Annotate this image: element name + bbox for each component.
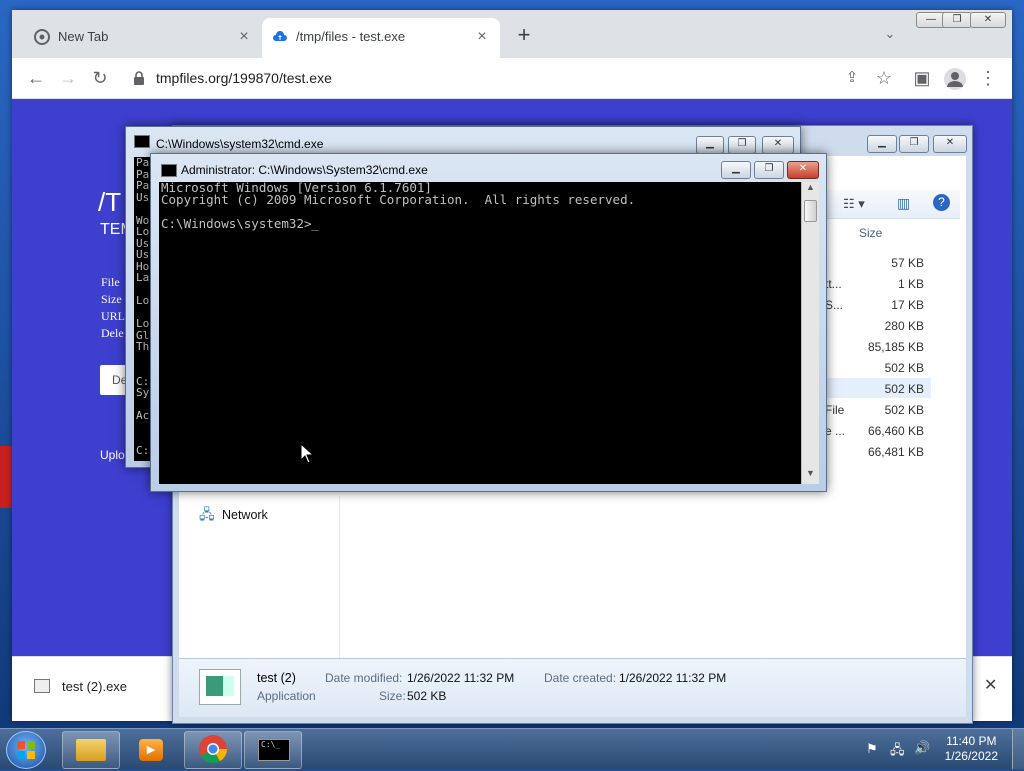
chrome-icon: [199, 735, 227, 763]
cmd-icon: [134, 135, 150, 148]
tab-tmpfiles[interactable]: /tmp/files - test.exe ×: [262, 18, 500, 58]
download-bar-close-icon[interactable]: ✕: [984, 675, 997, 695]
date-modified-label: Date modified:: [325, 671, 403, 685]
start-button[interactable]: [6, 731, 46, 769]
scroll-thumb[interactable]: [804, 200, 817, 222]
minimize-button[interactable]: ▁: [696, 136, 724, 154]
address-bar[interactable]: tmpfiles.org/199870/test.exe: [124, 63, 844, 93]
column-header-size[interactable]: Size: [859, 226, 882, 240]
nav-label: Network: [221, 508, 268, 522]
file-icon: [34, 679, 50, 693]
maximize-button[interactable]: ❐: [728, 136, 756, 154]
application-icon: [199, 669, 241, 705]
view-options-icon[interactable]: ☷ ▾: [843, 196, 865, 212]
mouse-cursor-icon: [300, 443, 314, 464]
upload-text: Uplo: [100, 448, 125, 462]
nav-pane-divider: [339, 496, 340, 658]
network-icon: 🖧: [199, 506, 215, 522]
size-label: Size:: [379, 689, 406, 703]
label-url: URL: [101, 309, 125, 323]
tab-new-tab[interactable]: New Tab ×: [24, 18, 262, 58]
size-value: 502 KB: [407, 689, 447, 703]
page-heading: /T: [98, 187, 122, 217]
taskbar-media-player-button[interactable]: ▶: [122, 731, 180, 769]
cloud-upload-icon: [273, 31, 287, 41]
tab-search-icon[interactable]: ⌄: [880, 26, 900, 46]
name-fragment: File: [825, 403, 845, 417]
date-created-value: 1/26/2022 11:32 PM: [619, 671, 727, 685]
side-panel-icon[interactable]: ▣: [910, 66, 934, 90]
nav-item-network[interactable]: 🖧 Network: [199, 504, 268, 528]
reload-icon[interactable]: ↻: [88, 66, 112, 90]
name-fragment: S...: [825, 298, 844, 312]
label-delete: Dele: [101, 326, 124, 340]
clock-date: 1/26/2022: [944, 749, 998, 763]
lock-icon: [134, 71, 144, 85]
maximize-button[interactable]: ❐: [754, 161, 784, 179]
profile-avatar[interactable]: [944, 68, 966, 90]
console-output: Microsoft Windows [Version 6.1.7601] Cop…: [159, 182, 805, 484]
new-tab-button[interactable]: +: [512, 24, 536, 48]
chrome-icon: [34, 29, 50, 45]
date-modified-value: 1/26/2022 11:32 PM: [407, 671, 515, 685]
windows-logo-icon: [17, 741, 35, 759]
name-fragment: e ...: [825, 424, 846, 438]
tab-close-icon[interactable]: ×: [472, 27, 492, 47]
forward-icon[interactable]: →: [56, 66, 80, 90]
window-title: Administrator: C:\Windows\System32\cmd.e…: [181, 163, 428, 177]
close-button[interactable]: ✕: [762, 136, 794, 154]
details-file-type: Application: [257, 689, 316, 703]
vertical-scrollbar[interactable]: ▲ ▼: [801, 182, 819, 484]
show-desktop-button[interactable]: [1012, 729, 1024, 769]
volume-icon[interactable]: 🔊: [914, 740, 930, 756]
url-text: tmpfiles.org/199870/test.exe: [156, 70, 332, 86]
taskbar-chrome-button[interactable]: [184, 731, 242, 769]
tab-strip: New Tab × /tmp/files - test.exe × + ⌄ — …: [12, 10, 1012, 58]
tab-close-icon[interactable]: ×: [234, 27, 254, 47]
scroll-down-icon[interactable]: ▼: [802, 468, 819, 484]
preview-pane-icon[interactable]: ▥: [897, 195, 910, 212]
clock[interactable]: 11:40 PM 1/26/2022: [945, 734, 998, 764]
close-button[interactable]: ✕: [933, 135, 967, 153]
scroll-up-icon[interactable]: ▲: [802, 182, 819, 198]
back-icon[interactable]: ←: [24, 66, 48, 90]
details-file-name: test (2): [257, 671, 296, 685]
cmd-icon: [161, 164, 177, 177]
action-center-icon[interactable]: ⚑: [866, 741, 878, 757]
label-size: Size: [101, 292, 122, 306]
download-file-name[interactable]: test (2).exe: [62, 679, 127, 694]
cmd-icon: C:\_: [258, 739, 290, 761]
close-button[interactable]: ✕: [787, 161, 819, 179]
cmd-window-admin[interactable]: Administrator: C:\Windows\System32\cmd.e…: [150, 153, 827, 492]
minimize-button[interactable]: ▁: [721, 161, 751, 179]
taskbar-cmd-button[interactable]: C:\_: [244, 731, 302, 769]
minimize-button[interactable]: ▁: [867, 135, 897, 153]
name-fragment: tt...: [825, 277, 842, 291]
label-file: File: [101, 275, 120, 289]
file-info-labels: File Size URL Dele: [101, 274, 125, 342]
menu-icon[interactable]: ⋮: [976, 66, 1000, 90]
person-icon: [947, 72, 963, 87]
clock-time: 11:40 PM: [946, 734, 997, 748]
taskbar: ▶ C:\_ ⚑ 🖧 🔊 11:40 PM 1/26/2022: [0, 728, 1024, 769]
close-button[interactable]: ✕: [970, 12, 1006, 28]
tab-title: New Tab: [58, 29, 109, 44]
network-status-icon[interactable]: 🖧: [890, 741, 905, 763]
date-created-label: Date created:: [544, 671, 617, 685]
window-title: C:\Windows\system32\cmd.exe: [156, 137, 324, 151]
bookmark-star-icon[interactable]: ☆: [872, 66, 896, 90]
details-pane: test (2) Application Date modified: 1/26…: [179, 658, 966, 717]
taskbar-explorer-button[interactable]: [62, 731, 120, 769]
folder-icon: [76, 739, 106, 761]
share-icon[interactable]: ⇪: [840, 66, 864, 90]
help-icon[interactable]: ?: [933, 194, 950, 211]
tab-title: /tmp/files - test.exe: [296, 29, 406, 44]
desktop-icon-fragment: [0, 446, 12, 508]
maximize-button[interactable]: ❐: [942, 12, 972, 28]
maximize-button[interactable]: ❐: [899, 135, 929, 153]
media-player-icon: ▶: [139, 739, 163, 761]
browser-toolbar: ← → ↻ tmpfiles.org/199870/test.exe ⇪ ☆ ▣…: [12, 58, 1012, 99]
